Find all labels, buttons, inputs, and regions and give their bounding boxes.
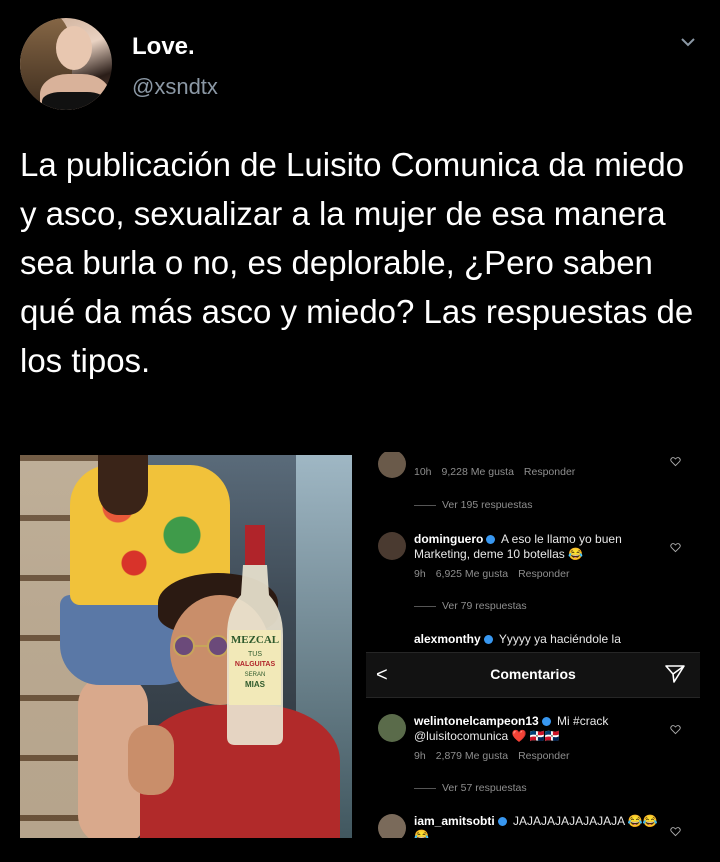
user-handle[interactable]: @xsndtx — [132, 74, 218, 100]
view-replies-link[interactable]: Ver 195 respuestas — [414, 499, 532, 511]
verified-badge-icon — [497, 817, 507, 827]
svg-text:SERAN: SERAN — [245, 672, 266, 678]
send-icon[interactable] — [664, 663, 686, 685]
verified-badge-icon — [541, 717, 551, 727]
mezcal-bottle: MEZCAL TUS NALGUITAS SERAN MIAS — [227, 525, 283, 745]
heart-icon[interactable] — [670, 542, 681, 553]
comments-title: Comentarios — [490, 666, 576, 682]
heart-icon[interactable] — [670, 456, 681, 467]
verified-badge-icon — [486, 535, 496, 545]
tweet-text: La publicación de Luisito Comunica da mi… — [20, 146, 694, 379]
profile-avatar[interactable] — [20, 18, 112, 110]
instagram-comments-image[interactable]: 10h 9,228 Me gusta Responder Ver 195 respu… — [366, 452, 700, 838]
verified-badge-icon — [483, 635, 493, 645]
heart-icon[interactable] — [670, 826, 681, 837]
tweet-image-photo[interactable]: MEZCAL TUS NALGUITAS SERAN MIAS — [20, 455, 352, 838]
heart-icon[interactable] — [670, 724, 681, 735]
avatar — [378, 532, 406, 560]
comments-header-bar: < Comentarios — [366, 652, 700, 698]
avatar — [378, 814, 406, 838]
avatar — [378, 714, 406, 742]
display-name[interactable]: Love. — [132, 33, 195, 61]
chevron-down-icon[interactable] — [680, 34, 696, 50]
svg-text:MIAS: MIAS — [245, 680, 266, 689]
svg-text:NALGUITAS: NALGUITAS — [235, 661, 276, 668]
bottle-label: MEZCAL — [231, 634, 279, 646]
view-replies-link[interactable]: Ver 57 respuestas — [414, 782, 527, 794]
view-replies-link[interactable]: Ver 79 respuestas — [414, 600, 527, 612]
svg-text:TUS: TUS — [248, 651, 262, 658]
avatar — [378, 452, 406, 478]
